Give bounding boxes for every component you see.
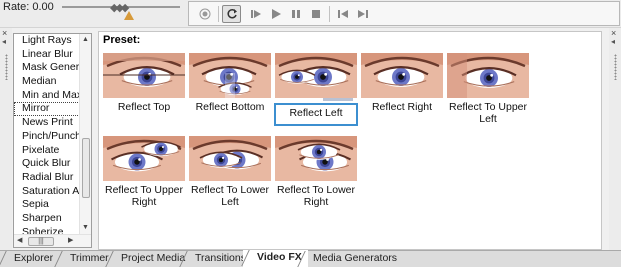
selection-bar [323, 98, 353, 101]
tab-project-media[interactable]: Project Media [105, 251, 186, 267]
drag-handle-icon[interactable] [614, 54, 617, 80]
transport-toolbar: Rate: 0.00 ◆◆◆ [0, 0, 621, 28]
loop-icon [226, 9, 237, 19]
rate-label: Rate: 0.00 [3, 1, 54, 13]
list-item[interactable]: Light Rays [14, 34, 80, 48]
preset-label: Reflect Right [371, 101, 433, 113]
list-item[interactable]: Saturation Adj [14, 185, 80, 199]
transport-controls [188, 1, 620, 26]
play-from-start-icon [250, 10, 261, 18]
tab-label: Project Media [121, 252, 186, 264]
tab-explorer[interactable]: Explorer [0, 251, 53, 267]
preset-label: Reflect To Upper Right [104, 184, 183, 208]
rate-marker-icon [124, 11, 134, 20]
tab-trimmer[interactable]: Trimmer [54, 251, 109, 267]
play-icon [271, 9, 281, 19]
scroll-down-icon[interactable]: ▼ [82, 224, 89, 231]
list-item[interactable]: Radial Blur [14, 171, 80, 185]
tab-label: Media Generators [313, 252, 398, 264]
stop-button[interactable] [306, 5, 325, 23]
preset-tile[interactable]: Reflect Left [273, 50, 359, 134]
pause-button[interactable] [286, 5, 305, 23]
preset-thumbnail[interactable] [361, 53, 443, 98]
preset-label: Reflect Bottom [195, 101, 265, 113]
effects-list: Light RaysLinear BlurMask GeneratoMedian… [13, 33, 92, 248]
go-to-end-button[interactable] [353, 5, 372, 23]
tab-transitions[interactable]: Transitions [179, 251, 246, 267]
preset-thumbnail[interactable] [275, 136, 357, 181]
list-item[interactable]: Sepia [14, 198, 80, 212]
preset-label: Reflect To Upper Left [448, 101, 527, 125]
loop-playback-button[interactable] [222, 5, 241, 23]
preset-thumbnail[interactable] [103, 136, 185, 181]
pause-icon [291, 10, 300, 18]
right-dock-grip[interactable]: × ◂ [609, 28, 621, 250]
go-to-start-icon [337, 10, 348, 18]
preset-label: Reflect To Lower Left [190, 184, 269, 208]
list-item[interactable]: Linear Blur [14, 48, 80, 62]
scroll-up-icon[interactable]: ▲ [82, 36, 89, 43]
preset-tile[interactable]: Reflect To Lower Left [187, 133, 273, 217]
scroll-left-icon[interactable]: ◀ [17, 236, 22, 244]
list-item[interactable]: Median [14, 75, 80, 89]
go-to-end-icon [357, 10, 368, 18]
window-tabs: Explorer Trimmer Project Media Transitions V… [0, 250, 621, 267]
tab-label: Trimmer [70, 252, 109, 264]
stop-icon [311, 10, 320, 18]
preset-label: Reflect Left [274, 103, 358, 126]
preset-panel: Preset: Reflect Top Reflect Bottom Refle… [98, 31, 602, 250]
left-dock-grip[interactable]: × ◂ [0, 28, 12, 250]
collapse-arrow-icon[interactable]: ◂ [2, 37, 6, 46]
list-item[interactable]: News Print [14, 116, 80, 130]
preset-tile[interactable]: Reflect Right [359, 50, 445, 134]
list-item[interactable]: Pixelate [14, 144, 80, 158]
scroll-right-icon[interactable]: ▶ [68, 236, 73, 244]
preset-tile[interactable]: Reflect To Upper Right [101, 133, 187, 217]
preset-thumbnail[interactable] [275, 53, 357, 98]
play-button[interactable] [266, 5, 285, 23]
record-button[interactable] [195, 5, 214, 23]
scrollbar-thumb[interactable] [82, 138, 90, 198]
preset-label: Reflect Top [117, 101, 171, 113]
drag-handle-icon[interactable] [5, 54, 8, 80]
collapse-arrow-icon[interactable]: ◂ [611, 37, 615, 46]
list-item[interactable]: Pinch/Punch [14, 130, 80, 144]
effects-list-items: Light RaysLinear BlurMask GeneratoMedian… [14, 34, 80, 234]
list-item[interactable]: Quick Blur [14, 157, 80, 171]
preset-title: Preset: [103, 34, 141, 46]
preset-thumbnail[interactable] [103, 53, 185, 98]
tab-label: Video FX [257, 251, 302, 263]
preset-tile[interactable]: Reflect To Lower Right [273, 133, 359, 217]
record-icon [199, 8, 210, 20]
go-to-start-button[interactable] [333, 5, 352, 23]
list-item[interactable]: Mask Generato [14, 61, 80, 75]
scrollbar-thumb[interactable]: ||| [28, 237, 54, 246]
preset-tile[interactable]: Reflect Bottom [187, 50, 273, 134]
list-item[interactable]: Min and Max [14, 89, 80, 103]
list-item[interactable]: Mirror [14, 102, 80, 117]
preset-tile[interactable]: Reflect To Upper Left [445, 50, 531, 134]
preset-thumbnail[interactable] [189, 53, 271, 98]
preset-thumbnail[interactable] [447, 53, 529, 98]
effects-list-vertical-scrollbar[interactable]: ▲ ▼ [79, 34, 91, 234]
play-from-start-button[interactable] [246, 5, 265, 23]
list-item[interactable]: Spherize [14, 226, 80, 234]
preset-thumbnail[interactable] [189, 136, 271, 181]
tab-label: Transitions [195, 252, 246, 264]
list-item[interactable]: Sharpen [14, 212, 80, 226]
preset-label: Reflect To Lower Right [276, 184, 355, 208]
preset-tile[interactable]: Reflect Top [101, 50, 187, 134]
effects-list-horizontal-scrollbar[interactable]: ◀ ||| ▶ [14, 234, 91, 247]
tab-media-generators[interactable]: Media Generators [297, 251, 398, 267]
tab-label: Explorer [14, 252, 54, 264]
